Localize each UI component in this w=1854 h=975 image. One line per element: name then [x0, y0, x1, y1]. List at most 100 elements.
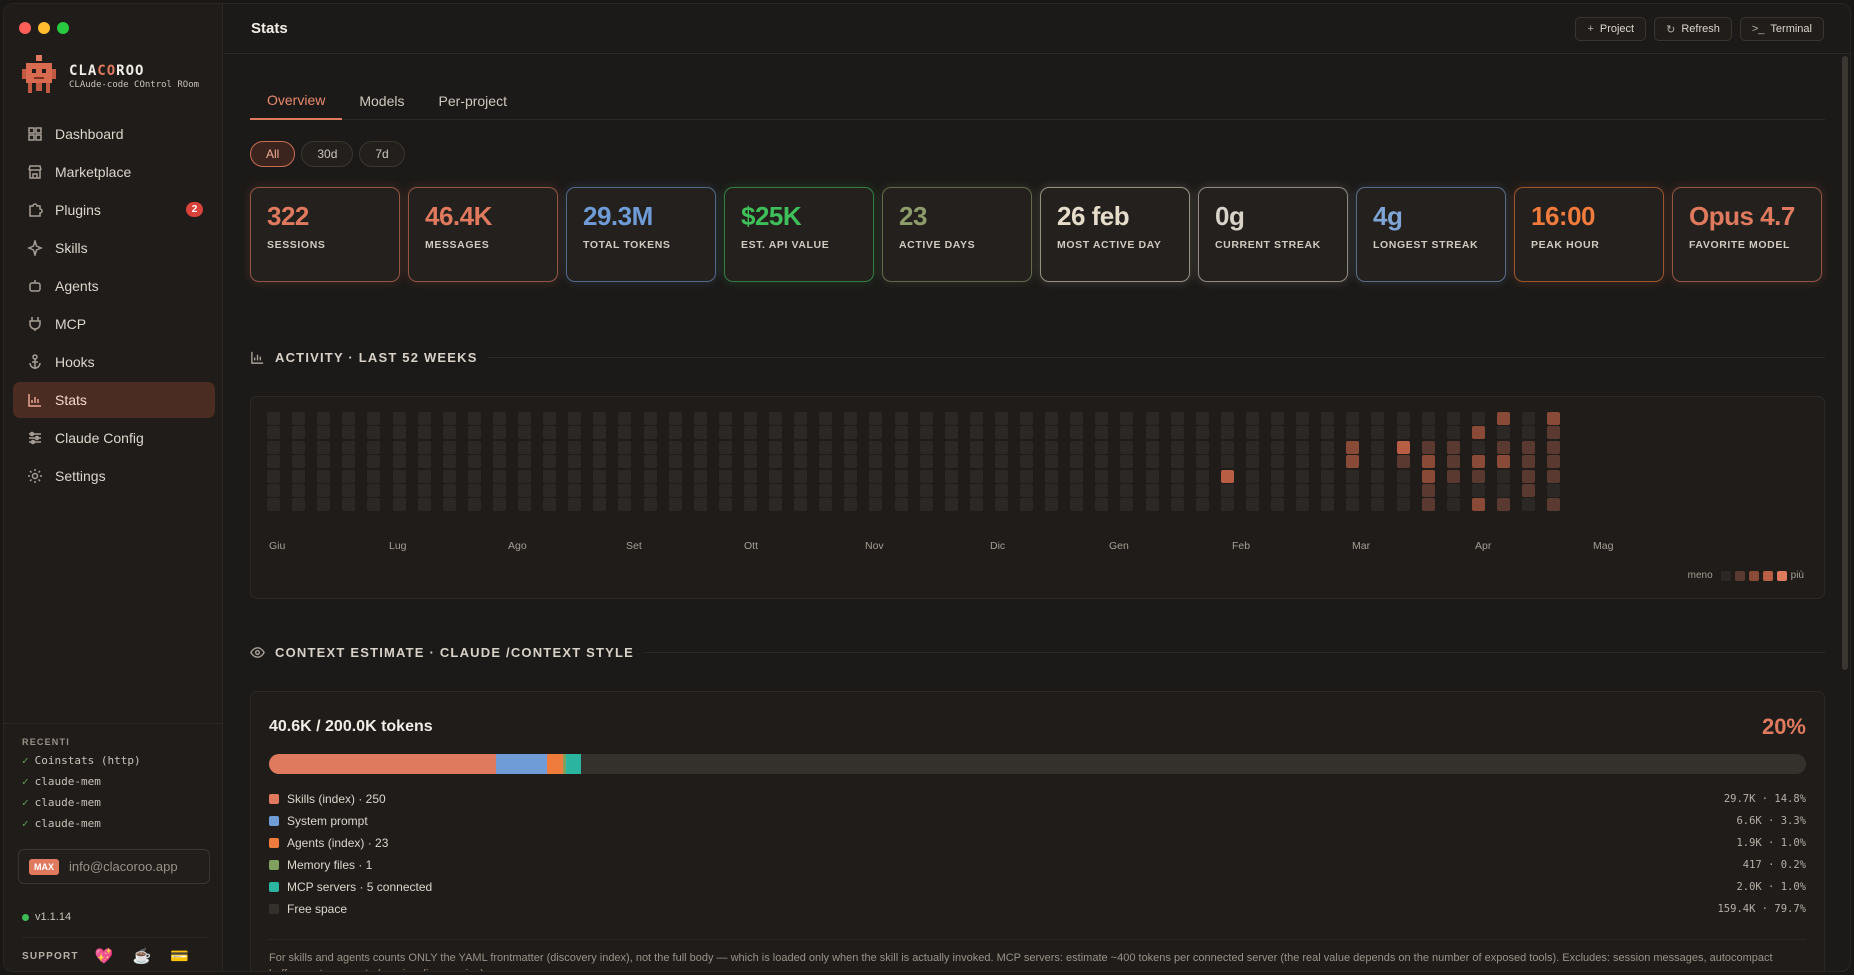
heatmap-cell[interactable] — [1020, 469, 1033, 483]
heatmap-cell[interactable] — [794, 484, 808, 497]
sidebar-item-plugins[interactable]: Plugins 2 — [13, 192, 215, 228]
heatmap-cell[interactable] — [492, 498, 506, 512]
heatmap-cell[interactable] — [1296, 469, 1310, 483]
heatmap-cell[interactable] — [1070, 412, 1084, 425]
heatmap-cell[interactable] — [1095, 412, 1109, 425]
heatmap-cell[interactable] — [1371, 440, 1385, 454]
heatmap-cell[interactable] — [693, 469, 707, 483]
heatmap-cell[interactable] — [267, 426, 280, 440]
heatmap-cell[interactable] — [769, 455, 782, 469]
heatmap-cell[interactable] — [1145, 455, 1159, 469]
heatmap-cell[interactable] — [1446, 469, 1460, 483]
heatmap-cell[interactable] — [518, 469, 531, 483]
heatmap-cell[interactable] — [869, 498, 883, 512]
heatmap-cell[interactable] — [492, 469, 506, 483]
heatmap-cell[interactable] — [693, 498, 707, 512]
heatmap-cell[interactable] — [1271, 412, 1284, 425]
heatmap-cell[interactable] — [593, 440, 607, 454]
heatmap-cell[interactable] — [743, 498, 757, 512]
heatmap-cell[interactable] — [1020, 412, 1033, 425]
heatmap-cell[interactable] — [819, 412, 833, 425]
heatmap-cell[interactable] — [1396, 412, 1410, 425]
close-window-button[interactable] — [19, 22, 31, 34]
heatmap-cell[interactable] — [1120, 412, 1134, 425]
heatmap-cell[interactable] — [267, 455, 280, 469]
heatmap-cell[interactable] — [1446, 412, 1460, 425]
heatmap-cell[interactable] — [1095, 455, 1109, 469]
heatmap-cell[interactable] — [292, 469, 306, 483]
sidebar-item-hooks[interactable]: Hooks — [13, 344, 215, 380]
heatmap-cell[interactable] — [1446, 498, 1460, 512]
heatmap-cell[interactable] — [718, 455, 732, 469]
heatmap-cell[interactable] — [869, 412, 883, 425]
heatmap-cell[interactable] — [1471, 469, 1485, 483]
sidebar-item-claude-config[interactable]: Claude Config — [13, 420, 215, 456]
heatmap-cell[interactable] — [819, 426, 833, 440]
terminal-button[interactable]: >_ Terminal — [1739, 17, 1824, 41]
heatmap-cell[interactable] — [1095, 484, 1109, 497]
heatmap-cell[interactable] — [1446, 426, 1460, 440]
heatmap-cell[interactable] — [1421, 498, 1435, 512]
heatmap-cell[interactable] — [292, 498, 306, 512]
heatmap-cell[interactable] — [919, 412, 933, 425]
heatmap-cell[interactable] — [919, 469, 933, 483]
heatmap-cell[interactable] — [1095, 469, 1109, 483]
heatmap-cell[interactable] — [518, 426, 531, 440]
heatmap-cell[interactable] — [894, 498, 908, 512]
heatmap-cell[interactable] — [1346, 484, 1360, 497]
heatmap-cell[interactable] — [819, 440, 833, 454]
heatmap-cell[interactable] — [1271, 469, 1284, 483]
heatmap-cell[interactable] — [1471, 412, 1485, 425]
heatmap-cell[interactable] — [1070, 498, 1084, 512]
heatmap-cell[interactable] — [1296, 484, 1310, 497]
heatmap-cell[interactable] — [1522, 469, 1535, 483]
heatmap-cell[interactable] — [743, 484, 757, 497]
heatmap-cell[interactable] — [618, 455, 632, 469]
sidebar-item-mcp[interactable]: MCP — [13, 306, 215, 342]
heatmap-cell[interactable] — [317, 426, 331, 440]
heatmap-cell[interactable] — [417, 455, 431, 469]
heatmap-cell[interactable] — [894, 426, 908, 440]
heatmap-cell[interactable] — [919, 426, 933, 440]
heatmap-cell[interactable] — [794, 412, 808, 425]
heatmap-cell[interactable] — [844, 484, 858, 497]
heatmap-cell[interactable] — [1170, 469, 1184, 483]
heatmap-cell[interactable] — [643, 426, 657, 440]
heatmap-cell[interactable] — [743, 440, 757, 454]
heatmap-cell[interactable] — [1045, 455, 1059, 469]
heatmap-cell[interactable] — [1446, 484, 1460, 497]
heatmap-cell[interactable] — [794, 498, 808, 512]
heatmap-cell[interactable] — [342, 484, 356, 497]
heatmap-cell[interactable] — [593, 469, 607, 483]
heatmap-cell[interactable] — [769, 498, 782, 512]
heatmap-cell[interactable] — [1421, 484, 1435, 497]
heatmap-cell[interactable] — [1396, 440, 1410, 454]
heatmap-cell[interactable] — [1321, 498, 1335, 512]
heatmap-cell[interactable] — [693, 484, 707, 497]
recent-item[interactable]: ✓ claude-mem — [22, 796, 205, 817]
heatmap-cell[interactable] — [543, 455, 557, 469]
recent-item[interactable]: ✓ claude-mem — [22, 775, 205, 796]
heatmap-cell[interactable] — [1145, 412, 1159, 425]
heatmap-cell[interactable] — [1120, 498, 1134, 512]
heatmap-cell[interactable] — [1120, 426, 1134, 440]
heatmap-cell[interactable] — [392, 498, 406, 512]
heatmap-cell[interactable] — [643, 440, 657, 454]
heatmap-cell[interactable] — [819, 498, 833, 512]
heatmap-cell[interactable] — [543, 440, 557, 454]
heatmap-cell[interactable] — [1496, 498, 1510, 512]
heatmap-cell[interactable] — [1421, 469, 1435, 483]
heatmap-cell[interactable] — [417, 498, 431, 512]
heatmap-cell[interactable] — [1195, 469, 1209, 483]
heatmap-cell[interactable] — [543, 469, 557, 483]
heatmap-cell[interactable] — [1296, 412, 1310, 425]
heatmap-cell[interactable] — [1271, 455, 1284, 469]
heatmap-cell[interactable] — [1496, 469, 1510, 483]
heatmap-cell[interactable] — [1170, 412, 1184, 425]
heatmap-cell[interactable] — [342, 412, 356, 425]
heatmap-cell[interactable] — [1547, 440, 1561, 454]
heatmap-cell[interactable] — [969, 469, 983, 483]
heatmap-cell[interactable] — [1245, 498, 1259, 512]
heatmap-cell[interactable] — [668, 440, 682, 454]
heatmap-cell[interactable] — [1346, 440, 1360, 454]
